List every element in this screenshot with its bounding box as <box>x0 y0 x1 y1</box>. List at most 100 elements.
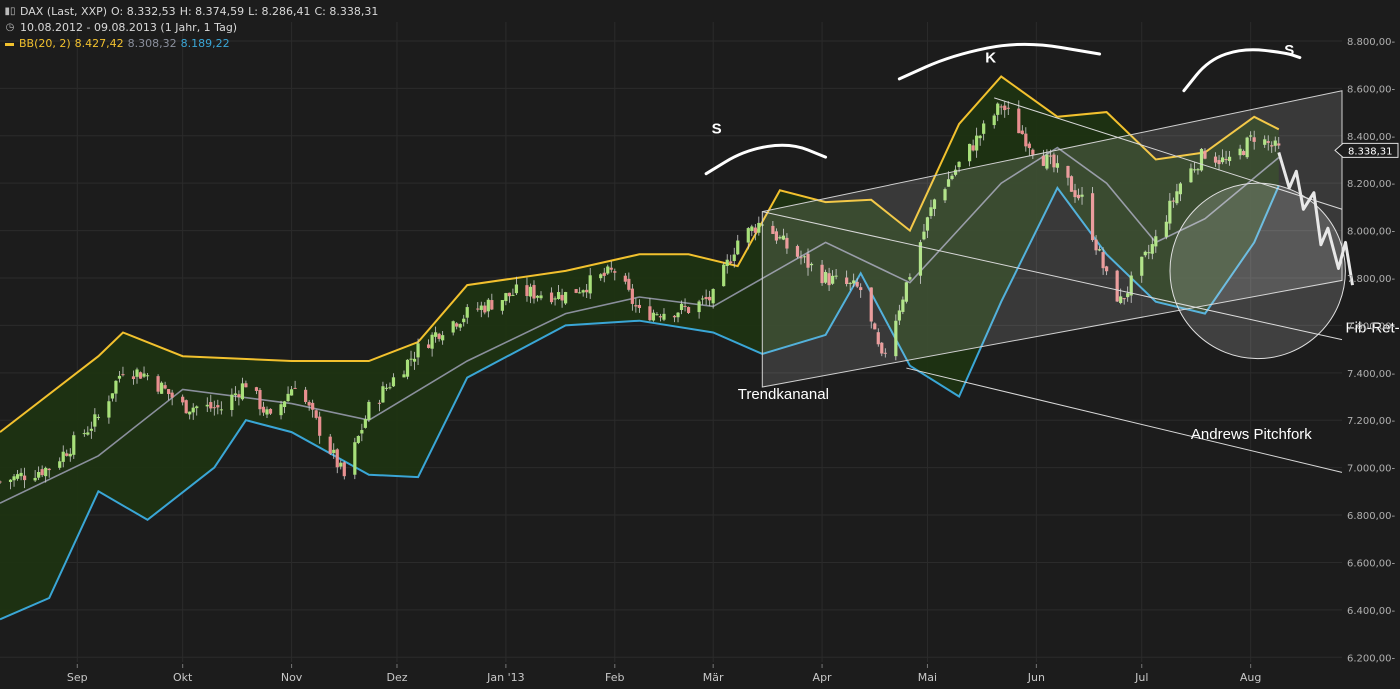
y-tick-label: 7.600,00- <box>1347 321 1396 332</box>
candle-body <box>504 293 508 302</box>
candle-body <box>441 335 445 341</box>
candle-body <box>314 410 318 418</box>
candle-body <box>627 278 631 290</box>
candle-body <box>254 387 259 391</box>
close-value: C: 8.338,31 <box>314 5 379 18</box>
candle-body <box>58 461 62 468</box>
candle-body <box>381 386 385 403</box>
candle-body <box>114 380 118 394</box>
open-value: O: 8.332,53 <box>111 5 176 18</box>
candle-body <box>96 416 100 418</box>
candle-body <box>15 474 20 479</box>
candle-body <box>968 143 972 162</box>
candle-body <box>405 359 410 377</box>
candle-body <box>658 316 663 318</box>
y-axis: 8.800,00- 8.600,00- 8.400,00- 8.200,00- 8.00… <box>1334 37 1399 664</box>
candle-body <box>131 376 136 380</box>
candle-body <box>750 226 754 232</box>
candle-body <box>138 372 143 379</box>
candle-body <box>957 161 961 168</box>
x-tick-label: Mär <box>703 671 724 684</box>
candle-body <box>22 475 27 481</box>
candle-body <box>975 135 979 151</box>
candle-body <box>637 304 641 308</box>
candle-body <box>145 375 150 377</box>
candle-body <box>40 469 44 476</box>
y-tick-label: 6.400,00- <box>1347 606 1396 617</box>
candle-body <box>230 394 234 411</box>
candle-body <box>588 275 592 294</box>
candle-body <box>434 332 438 337</box>
candle-body <box>708 296 712 301</box>
candle-body <box>549 292 554 303</box>
candle-body <box>479 305 483 310</box>
candle-body <box>507 292 511 297</box>
candle-body <box>746 228 750 243</box>
candle-body <box>279 404 283 416</box>
candle-body <box>8 479 13 482</box>
legend-range-row: ◷ 10.08.2012 - 09.08.2013 (1 Jahr, 1 Tag… <box>4 20 378 36</box>
candle-body <box>1020 130 1024 135</box>
candle-body <box>662 313 666 320</box>
candle-body <box>121 374 125 376</box>
candle-body <box>978 135 982 139</box>
candle-body <box>697 301 701 313</box>
x-tick-label: Okt <box>173 671 193 684</box>
candlestick-chart-icon: ▮▯ <box>4 6 16 17</box>
y-tick-label: 8.800,00- <box>1347 37 1396 48</box>
candle-body <box>532 285 536 299</box>
shoulder-arc <box>704 143 828 176</box>
candle-body <box>722 264 726 287</box>
candle-body <box>732 254 736 261</box>
candle-body <box>188 411 192 415</box>
candle-body <box>736 240 740 255</box>
candle-body <box>318 416 322 436</box>
candle-body <box>209 402 213 409</box>
candle-body <box>437 333 441 339</box>
candle-body <box>160 382 164 394</box>
chart-legend: ▮▯ DAX (Last, XXP) O: 8.332,53 H: 8.374,… <box>4 4 378 52</box>
clock-icon: ◷ <box>5 22 15 33</box>
candle-body <box>602 272 606 276</box>
candle-body <box>585 289 589 293</box>
candle-body <box>163 385 167 389</box>
candle-body <box>61 451 65 462</box>
drawing-label: Trendkananal <box>738 386 829 403</box>
candle-body <box>564 292 568 304</box>
candle-body <box>12 476 16 481</box>
candle-body <box>992 115 996 126</box>
candle-body <box>72 435 76 455</box>
candle-body <box>304 389 308 403</box>
candle-body <box>33 477 37 481</box>
candle-body <box>142 373 146 377</box>
bb-upper-value: 8.427,42 <box>74 37 124 50</box>
candle-body <box>367 401 371 420</box>
candle-body <box>451 321 455 333</box>
candle-body <box>110 393 115 399</box>
candle-body <box>1024 133 1028 147</box>
legend-bb-row: BB(20, 2) 8.427,42 8.308,32 8.189,22 <box>4 36 378 52</box>
x-tick-label: Sep <box>67 671 88 684</box>
candle-body <box>360 430 364 434</box>
candle-body <box>483 305 487 313</box>
candle-body <box>261 406 266 413</box>
candle-body <box>613 271 617 273</box>
candle-body <box>462 318 466 323</box>
candle-body <box>219 409 223 411</box>
candle-body <box>339 462 343 467</box>
candle-body <box>107 401 111 418</box>
candle-body <box>982 123 986 134</box>
candle-body <box>458 324 462 328</box>
candle-body <box>170 392 174 398</box>
y-tick-label: 7.200,00- <box>1347 416 1396 427</box>
candle-body <box>47 468 51 471</box>
x-tick-label: Nov <box>281 671 303 684</box>
candle-body <box>574 289 578 293</box>
candle-body <box>725 259 729 266</box>
y-tick-label: 7.800,00- <box>1347 274 1396 285</box>
candle-body <box>167 389 171 395</box>
pattern-label: S <box>712 120 722 137</box>
last-price-label: 8.338,31 <box>1348 146 1393 157</box>
price-chart[interactable]: SK STrendkananalAndrews PitchforkFib-Ret-… <box>0 0 1400 689</box>
bb-swatch <box>5 42 14 46</box>
